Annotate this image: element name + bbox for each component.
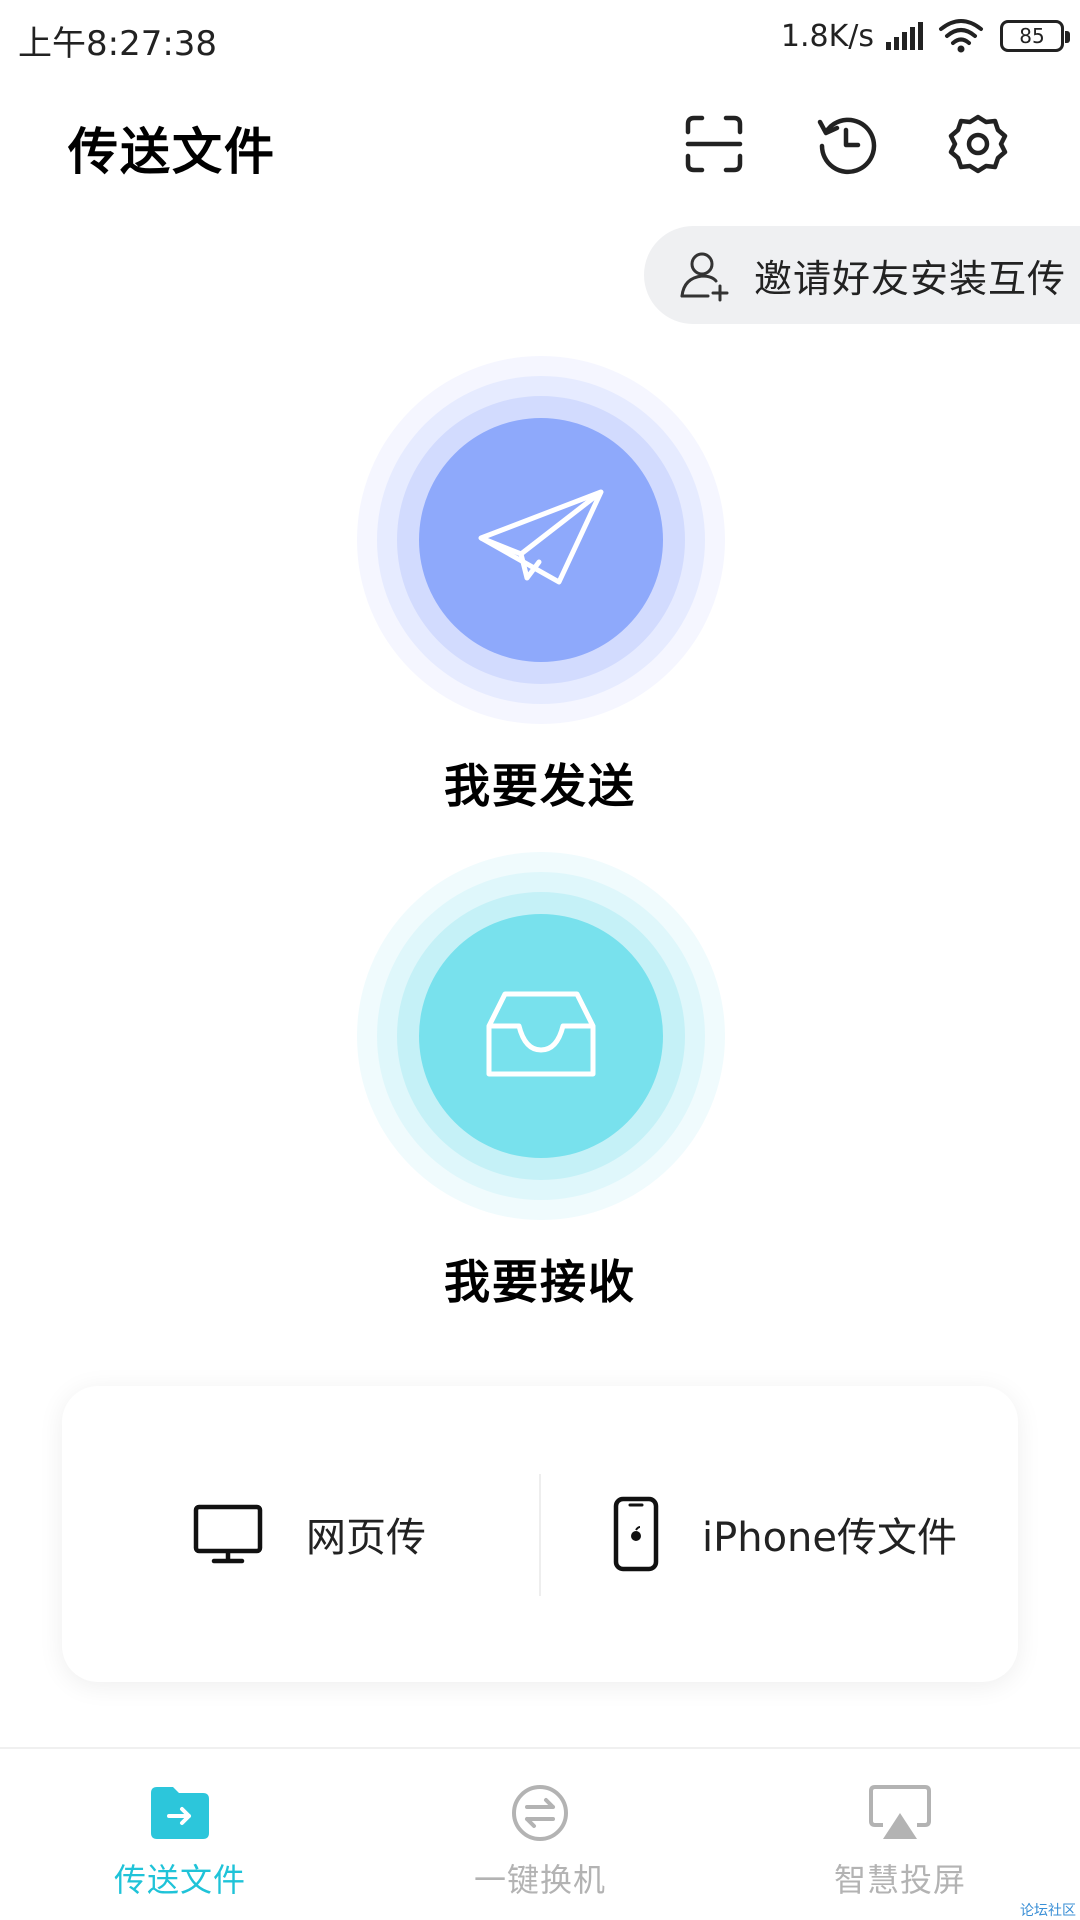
- card-divider: [539, 1474, 541, 1596]
- tab-transfer-files[interactable]: 传送文件: [60, 1783, 300, 1901]
- wifi-icon: [939, 19, 983, 53]
- bottom-nav: 传送文件 一键换机 智慧投屏: [0, 1747, 1080, 1920]
- paper-plane-icon: [478, 489, 604, 585]
- invite-friends-button[interactable]: 邀请好友安装互传: [644, 226, 1080, 324]
- tab-phone-clone-label: 一键换机: [473, 1861, 606, 1899]
- receive-button[interactable]: [357, 852, 725, 1220]
- receive-label[interactable]: 我要接收: [0, 1246, 1080, 1312]
- send-label[interactable]: 我要发送: [0, 750, 1080, 816]
- scan-icon: [685, 115, 743, 173]
- network-speed: 1.8K/s: [780, 18, 874, 54]
- scan-button[interactable]: [678, 108, 750, 180]
- send-core: [419, 418, 663, 662]
- folder-arrow-icon: [151, 1787, 209, 1839]
- inbox-icon: [486, 991, 596, 1077]
- web-transfer-label: 网页传: [306, 1515, 426, 1561]
- transfer-options-card: 网页传 iPhone传文件: [62, 1386, 1018, 1682]
- status-time: 上午8:27:38: [18, 24, 218, 64]
- web-transfer-button[interactable]: 网页传: [192, 1386, 426, 1682]
- battery-icon: 85: [1000, 20, 1070, 52]
- page-title: 传送文件: [68, 123, 276, 181]
- tab-screen-cast[interactable]: 智慧投屏: [780, 1783, 1020, 1901]
- swap-icon: [512, 1785, 568, 1841]
- signal-icon: [886, 22, 923, 50]
- tab-transfer-files-label: 传送文件: [113, 1861, 246, 1899]
- gear-icon: [948, 114, 1008, 174]
- send-button[interactable]: [357, 356, 725, 724]
- settings-button[interactable]: [942, 108, 1014, 180]
- iphone-transfer-button[interactable]: iPhone传文件: [612, 1386, 957, 1682]
- history-icon: [817, 117, 877, 175]
- invite-label: 邀请好友安装互传: [754, 256, 1067, 301]
- screen-cast-icon: [869, 1785, 931, 1839]
- add-user-icon: [680, 252, 729, 302]
- iphone-icon: [613, 1496, 659, 1572]
- iphone-transfer-label: iPhone传文件: [702, 1515, 958, 1561]
- history-button[interactable]: [810, 108, 882, 180]
- tab-phone-clone[interactable]: 一键换机: [420, 1783, 660, 1901]
- receive-core: [419, 914, 663, 1158]
- battery-level: 85: [1019, 24, 1045, 48]
- tab-screen-cast-label: 智慧投屏: [833, 1861, 966, 1899]
- status-indicators: 1.8K/s 85: [780, 14, 1070, 58]
- status-bar: 上午8:27:38 1.8K/s 85: [0, 0, 1080, 76]
- monitor-icon: [193, 1504, 263, 1564]
- watermark: 论坛社区: [1020, 1903, 1076, 1919]
